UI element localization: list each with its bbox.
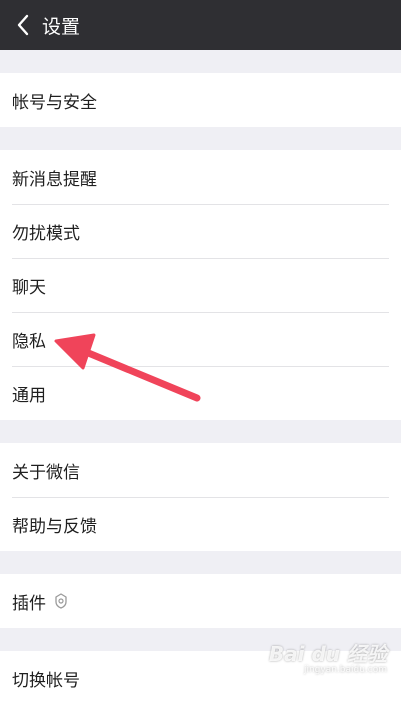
settings-item-label: 通用 (12, 385, 46, 406)
settings-item-help-feedback[interactable]: 帮助与反馈 (0, 497, 401, 551)
chevron-left-icon (17, 14, 29, 36)
plugins-group: 插件 (0, 574, 401, 628)
settings-item-privacy[interactable]: 隐私 (0, 312, 401, 366)
about-group: 关于微信 帮助与反馈 (0, 443, 401, 551)
account-group: 帐号与安全 (0, 73, 401, 127)
settings-item-label: 帐号与安全 (12, 92, 97, 113)
settings-item-account-security[interactable]: 帐号与安全 (0, 73, 401, 127)
main-settings-group: 新消息提醒 勿扰模式 聊天 隐私 通用 (0, 150, 401, 420)
settings-item-label: 关于微信 (12, 462, 80, 483)
settings-item-label: 新消息提醒 (12, 169, 97, 190)
title-bar: 设置 (0, 0, 401, 50)
watermark: Bai du 经验 jingyan.baidu.com (269, 644, 387, 675)
watermark-url: jingyan.baidu.com (303, 665, 387, 675)
watermark-logo: Bai du 经验 (268, 642, 387, 666)
settings-item-do-not-disturb[interactable]: 勿扰模式 (0, 204, 401, 258)
settings-item-label: 切换帐号 (12, 670, 80, 691)
settings-item-label: 勿扰模式 (12, 223, 80, 244)
settings-item-about-wechat[interactable]: 关于微信 (0, 443, 401, 497)
page-title: 设置 (42, 15, 81, 38)
settings-item-label: 帮助与反馈 (12, 516, 97, 537)
settings-item-chats[interactable]: 聊天 (0, 258, 401, 312)
back-button[interactable] (6, 0, 40, 50)
plugin-badge-icon (54, 593, 68, 609)
settings-item-plugins[interactable]: 插件 (0, 574, 401, 628)
settings-item-label: 插件 (12, 593, 46, 614)
settings-item-label: 隐私 (12, 331, 46, 352)
settings-item-label: 聊天 (12, 277, 46, 298)
settings-item-new-message-alerts[interactable]: 新消息提醒 (0, 150, 401, 204)
settings-item-general[interactable]: 通用 (0, 366, 401, 420)
